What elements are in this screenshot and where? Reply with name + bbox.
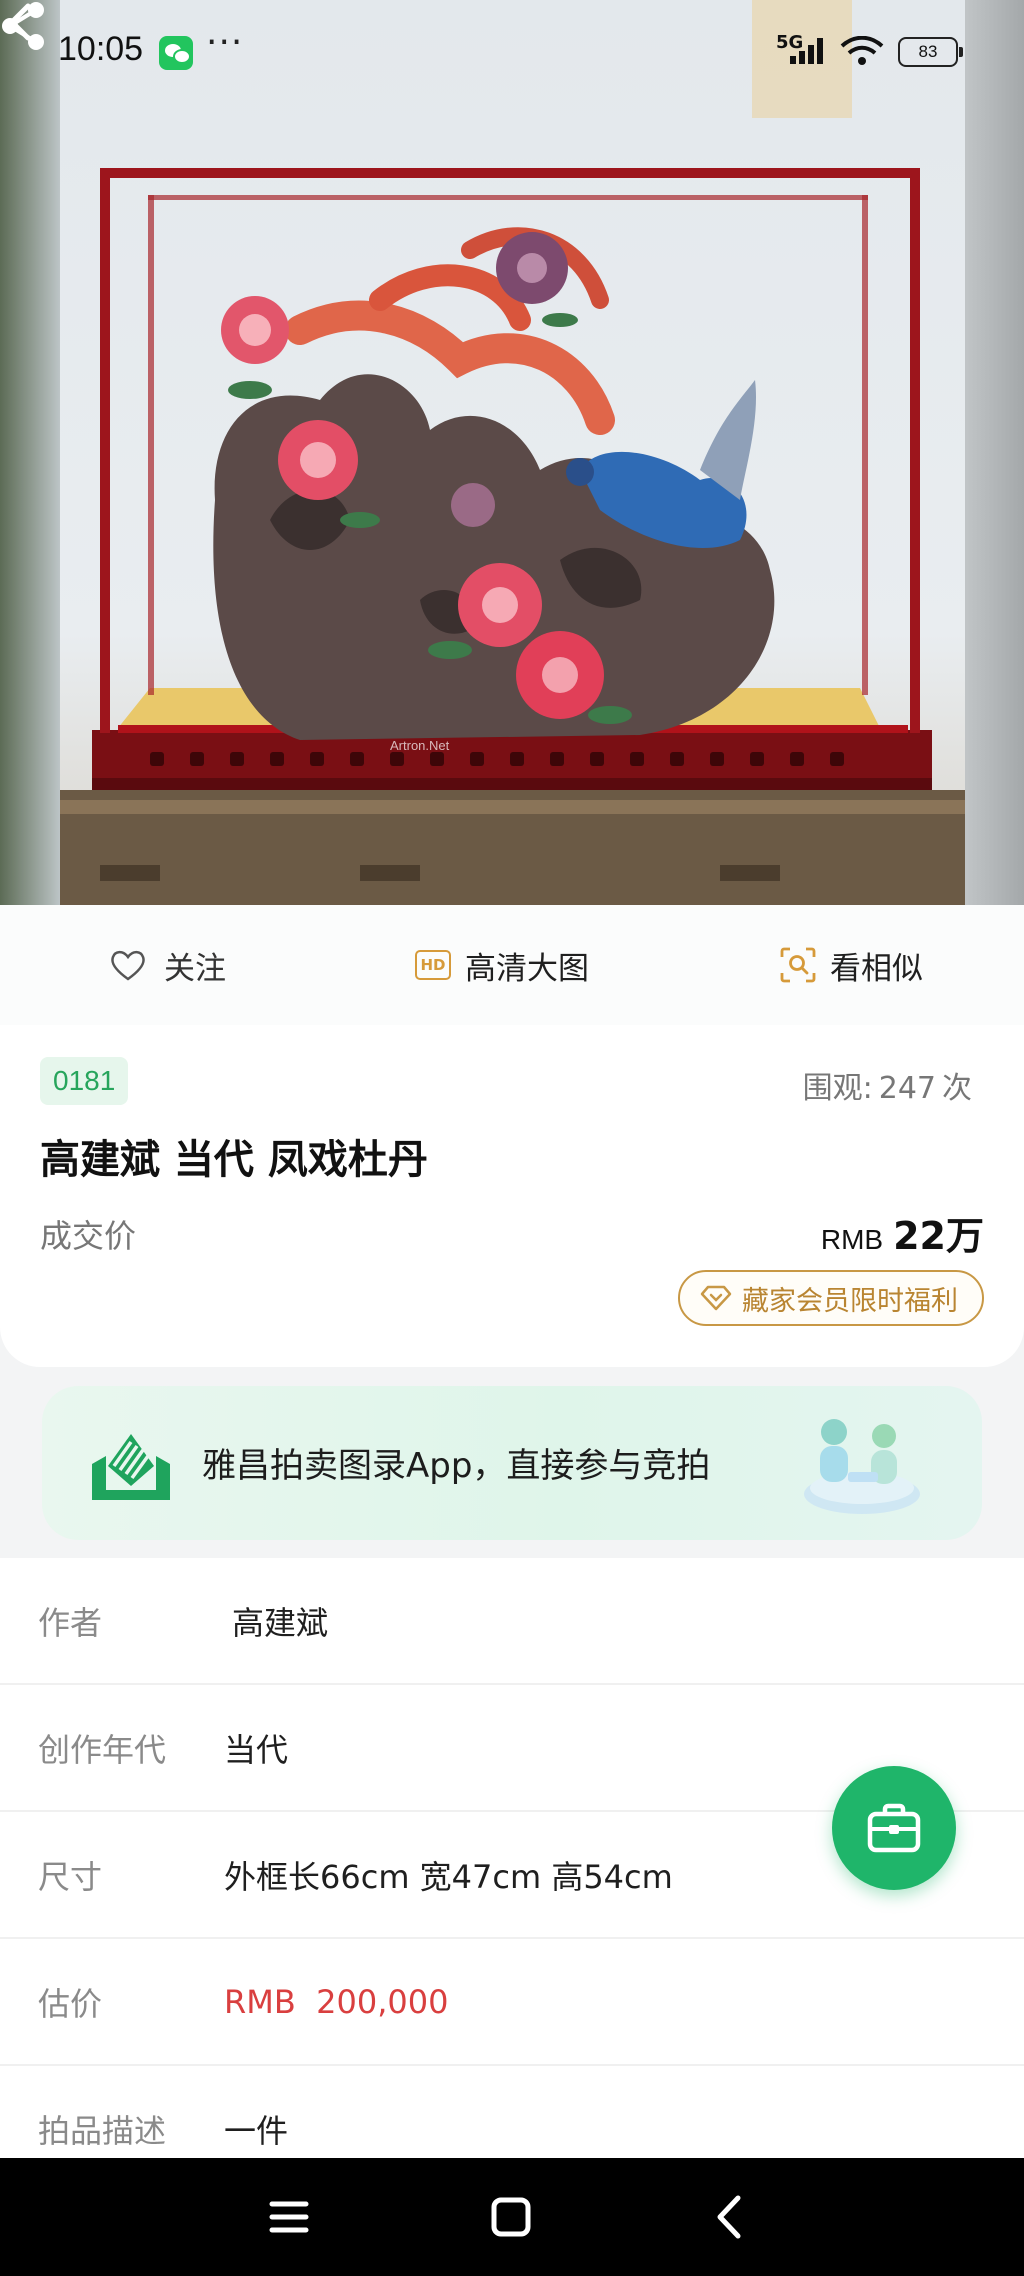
scan-search-icon (780, 947, 816, 983)
briefcase-fab-button[interactable] (832, 1766, 956, 1890)
deal-amount: 22万 (893, 1214, 984, 1258)
detail-value: RMB 200,000 (224, 1982, 449, 2021)
view-count: 围观: 247 次 (797, 1063, 972, 1107)
status-time: 10:05 (58, 30, 144, 68)
signal-icon (790, 38, 823, 64)
artwork-illustration: Artron.Net (60, 168, 965, 905)
artwork-image[interactable]: Artron.Net 10:05 ··· 5G 83 (0, 0, 1024, 905)
wifi-icon (840, 36, 884, 65)
lot-title: 高建斌 当代 凤戏杜丹 (40, 1137, 428, 1183)
action-bar: 关注 HD 高清大图 看相似 (0, 905, 1024, 1027)
menu-icon[interactable] (262, 2190, 316, 2244)
views-label: 围观: (802, 1071, 873, 1106)
deal-price: RMB 22万 (821, 1205, 984, 1260)
auction-people-illustration (804, 1419, 920, 1514)
battery-indicator: 83 (898, 37, 963, 67)
heart-icon (111, 950, 145, 981)
more-notifications-icon: ··· (206, 22, 244, 63)
detail-key: 尺寸 (38, 1857, 103, 1896)
vip-benefit-label: 藏家会员限时福利 (742, 1285, 958, 1317)
home-icon[interactable] (484, 2190, 538, 2244)
similar-label: 看相似 (830, 950, 923, 987)
detail-key: 估价 (38, 1984, 103, 2023)
follow-label: 关注 (164, 950, 226, 987)
lot-number-badge: 0181 (40, 1057, 129, 1105)
hd-image-button[interactable]: HD 高清大图 (415, 905, 589, 1025)
vip-benefit-button[interactable]: 藏家会员限时福利 (678, 1270, 984, 1326)
views-count: 247 (878, 1071, 936, 1106)
system-navigation-bar (0, 2158, 1024, 2276)
app-download-banner[interactable]: 雅昌拍卖图录App，直接参与竞拍 (42, 1386, 982, 1540)
status-bar: 10:05 ··· 5G 83 (0, 0, 1024, 100)
wechat-icon (159, 36, 193, 70)
detail-key: 拍品描述 (38, 2111, 167, 2150)
share-icon[interactable] (0, 0, 48, 52)
detail-row-author: 作者 高建斌 (0, 1558, 1024, 1685)
banner-text: 雅昌拍卖图录App，直接参与竞拍 (202, 1446, 711, 1486)
detail-value: 一件 (224, 2111, 289, 2150)
views-unit: 次 (942, 1071, 972, 1106)
briefcase-icon (867, 1803, 921, 1853)
detail-value: 当代 (224, 1730, 289, 1769)
similar-button[interactable]: 看相似 (780, 905, 923, 1025)
hd-icon: HD (415, 950, 451, 980)
detail-key: 作者 (38, 1603, 103, 1642)
diamond-icon (700, 1285, 732, 1311)
lot-info-card: 0181 围观: 247 次 高建斌 当代 凤戏杜丹 成交价 RMB 22万 藏家会员… (0, 1025, 1024, 1367)
follow-button[interactable]: 关注 (110, 905, 226, 1025)
detail-value[interactable]: 高建斌 (232, 1598, 328, 1644)
watermark-text: Artron.Net (390, 738, 450, 753)
artron-logo (92, 1434, 170, 1500)
deal-currency: RMB (820, 1224, 884, 1255)
back-nav-icon[interactable] (704, 2190, 758, 2244)
detail-row-estimate: 估价 RMB 200,000 (0, 1939, 1024, 2066)
detail-value: 外框长66cm 宽47cm 高54cm (224, 1857, 673, 1896)
deal-price-label: 成交价 (40, 1217, 137, 1255)
detail-key: 创作年代 (38, 1730, 167, 1769)
hd-label: 高清大图 (465, 950, 589, 987)
